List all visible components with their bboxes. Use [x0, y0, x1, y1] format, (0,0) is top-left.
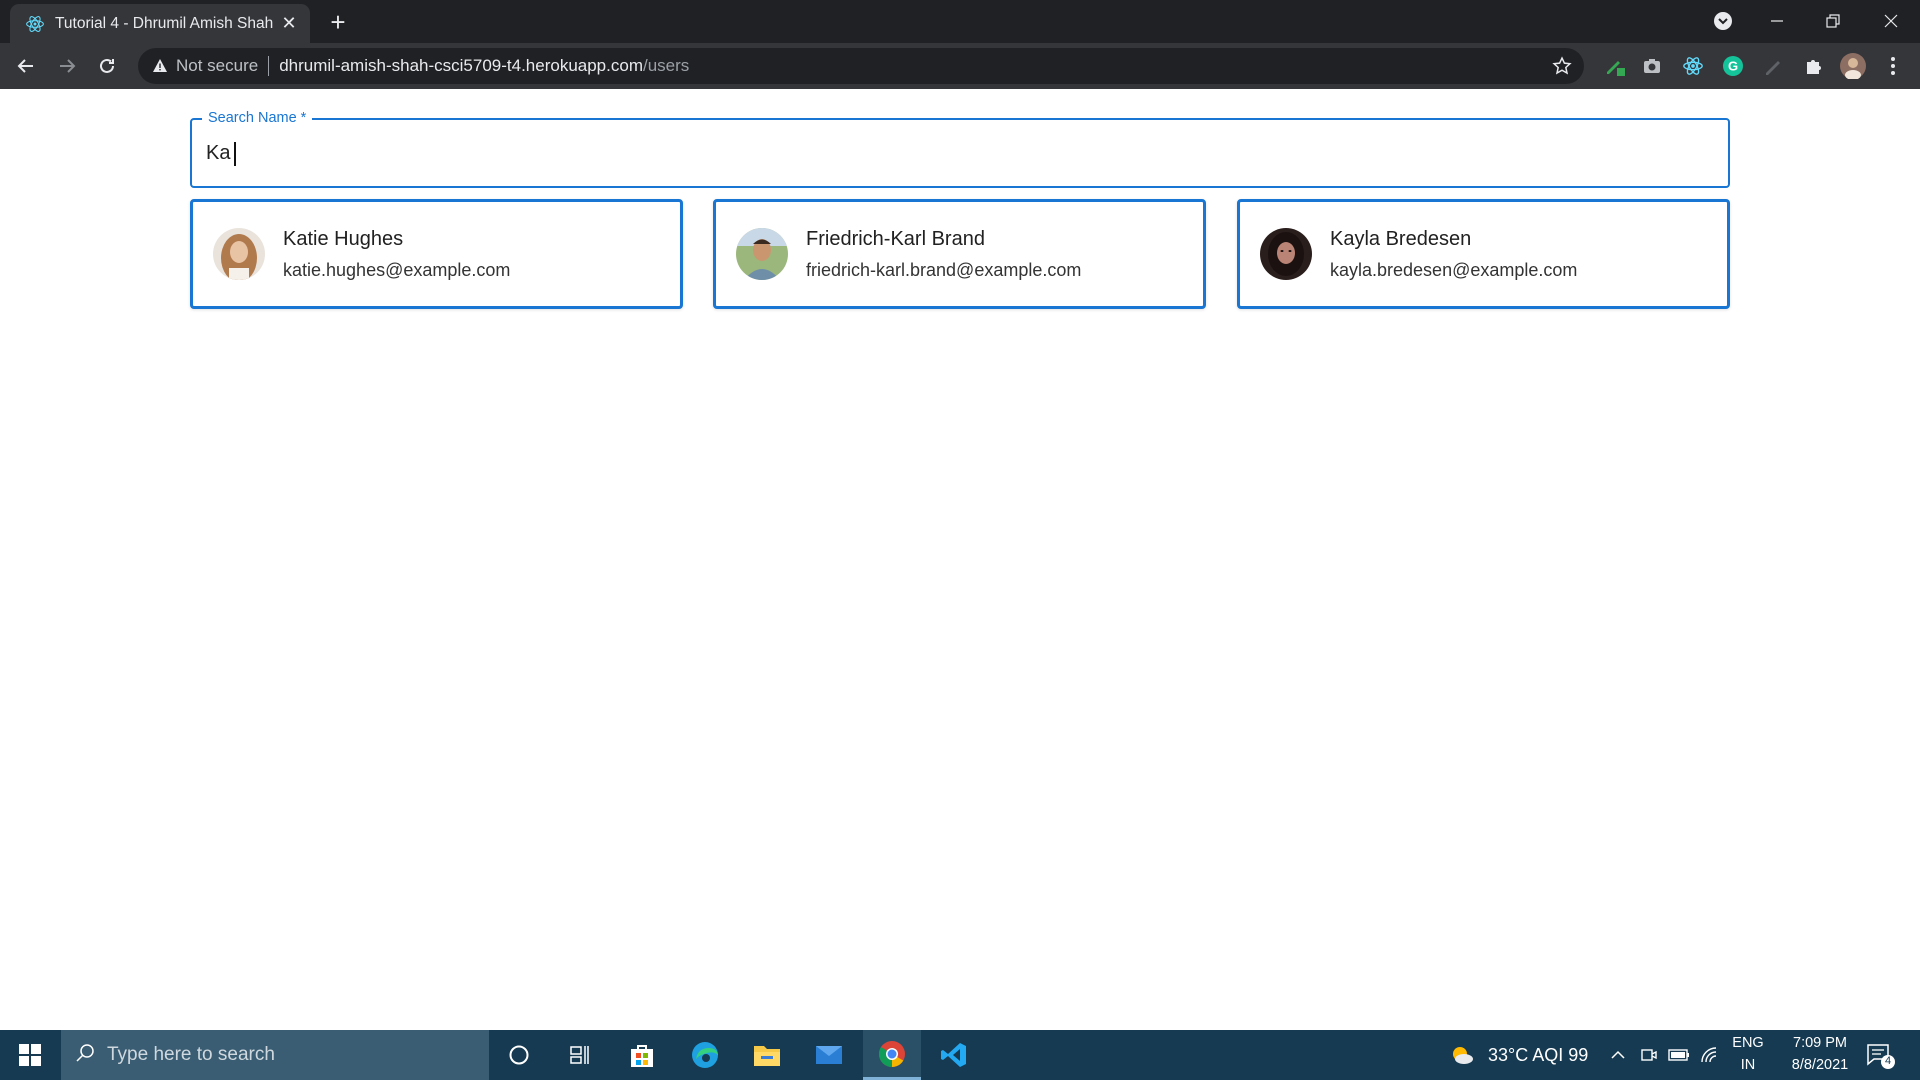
avatar [1260, 228, 1312, 280]
warning-icon[interactable] [150, 56, 170, 76]
user-name: Friedrich-Karl Brand [806, 227, 985, 250]
edge-browser-icon[interactable] [676, 1030, 734, 1080]
user-email: kayla.bredesen@example.com [1330, 259, 1578, 280]
search-name-label: Search Name * [202, 109, 313, 127]
user-card[interactable]: Friedrich-Karl Brand friedrich-karl.bran… [713, 199, 1206, 309]
user-email: katie.hughes@example.com [283, 259, 511, 280]
clock-time[interactable]: 7:09 PM [1772, 1035, 1868, 1051]
svg-text:G: G [1728, 59, 1738, 74]
clock-date[interactable]: 8/8/2021 [1772, 1057, 1868, 1073]
forward-arrow-icon[interactable] [51, 50, 83, 82]
tab-title: Tutorial 4 - Dhrumil Amish Shah [55, 14, 274, 32]
weather-text[interactable]: 33°C AQI 99 [1488, 1045, 1588, 1066]
chrome-taskbar-icon[interactable] [863, 1030, 921, 1080]
user-results: Katie Hughes katie.hughes@example.com Fr… [190, 199, 1730, 309]
weather-icon[interactable] [1450, 1044, 1474, 1071]
bookmark-star-icon[interactable] [1550, 54, 1574, 78]
browser-toolbar: Not secure dhrumil-amish-shah-csci5709-t… [0, 43, 1920, 89]
notification-count: 4 [1884, 1055, 1892, 1067]
react-devtools-icon[interactable] [1680, 53, 1706, 79]
windows-start-icon[interactable] [0, 1030, 60, 1080]
avatar [213, 228, 265, 280]
taskbar-search-placeholder: Type here to search [107, 1044, 275, 1065]
profile-avatar-icon[interactable] [1840, 53, 1866, 79]
mail-icon[interactable] [800, 1030, 858, 1080]
task-view-icon[interactable] [551, 1030, 609, 1080]
taskbar-search-box[interactable]: Type here to search [61, 1030, 489, 1080]
language-region[interactable]: IN [1732, 1057, 1764, 1073]
camera-extension-icon[interactable] [1639, 53, 1665, 79]
grammarly-icon[interactable]: G [1720, 53, 1746, 79]
cortana-icon[interactable] [490, 1030, 548, 1080]
tab-search-icon[interactable] [1706, 6, 1740, 36]
vscode-icon[interactable] [925, 1030, 983, 1080]
pen-extension-icon[interactable] [1602, 53, 1628, 79]
close-tab-icon[interactable]: ✕ [278, 13, 300, 35]
windows-taskbar: Type here to search 33°C AQI 99 ENG IN 7… [0, 1030, 1920, 1080]
user-email: friedrich-karl.brand@example.com [806, 259, 1082, 280]
close-window-icon[interactable] [1874, 6, 1908, 36]
back-arrow-icon[interactable] [10, 50, 42, 82]
reload-icon[interactable] [91, 50, 123, 82]
new-tab-icon[interactable]: + [324, 7, 352, 37]
user-name: Kayla Bredesen [1330, 227, 1472, 250]
restore-icon[interactable] [1816, 6, 1850, 36]
browser-tab-active[interactable]: Tutorial 4 - Dhrumil Amish Shah ✕ [10, 4, 310, 43]
disabled-pen-icon[interactable] [1760, 53, 1786, 79]
minimize-icon[interactable] [1760, 6, 1794, 36]
omnibox-divider [268, 56, 270, 76]
battery-icon[interactable] [1668, 1047, 1690, 1068]
chrome-menu-icon[interactable] [1880, 53, 1906, 79]
wifi-icon[interactable] [1700, 1046, 1720, 1069]
url-host: dhrumil-amish-shah-csci5709-t4.herokuapp… [279, 56, 643, 75]
text-caret [234, 142, 236, 166]
file-explorer-icon[interactable] [738, 1030, 796, 1080]
user-name: Katie Hughes [283, 227, 404, 250]
chevron-up-icon[interactable] [1610, 1047, 1626, 1068]
search-icon [75, 1043, 95, 1068]
search-name-field[interactable]: Search Name * [190, 109, 1730, 188]
language-code[interactable]: ENG [1732, 1035, 1764, 1051]
avatar [736, 228, 788, 280]
extensions-puzzle-icon[interactable] [1800, 53, 1826, 79]
search-name-input[interactable] [206, 138, 1706, 168]
security-label[interactable]: Not secure [176, 56, 258, 76]
url-path: /users [642, 56, 690, 75]
user-card[interactable]: Katie Hughes katie.hughes@example.com [190, 199, 683, 309]
microsoft-store-icon[interactable] [613, 1030, 671, 1080]
address-bar[interactable]: Not secure dhrumil-amish-shah-csci5709-t… [138, 48, 1584, 84]
meet-now-icon[interactable] [1640, 1046, 1658, 1069]
user-card[interactable]: Kayla Bredesen kayla.bredesen@example.co… [1237, 199, 1730, 309]
browser-tab-strip: Tutorial 4 - Dhrumil Amish Shah ✕ + [0, 0, 1920, 43]
react-logo-icon [24, 13, 46, 35]
